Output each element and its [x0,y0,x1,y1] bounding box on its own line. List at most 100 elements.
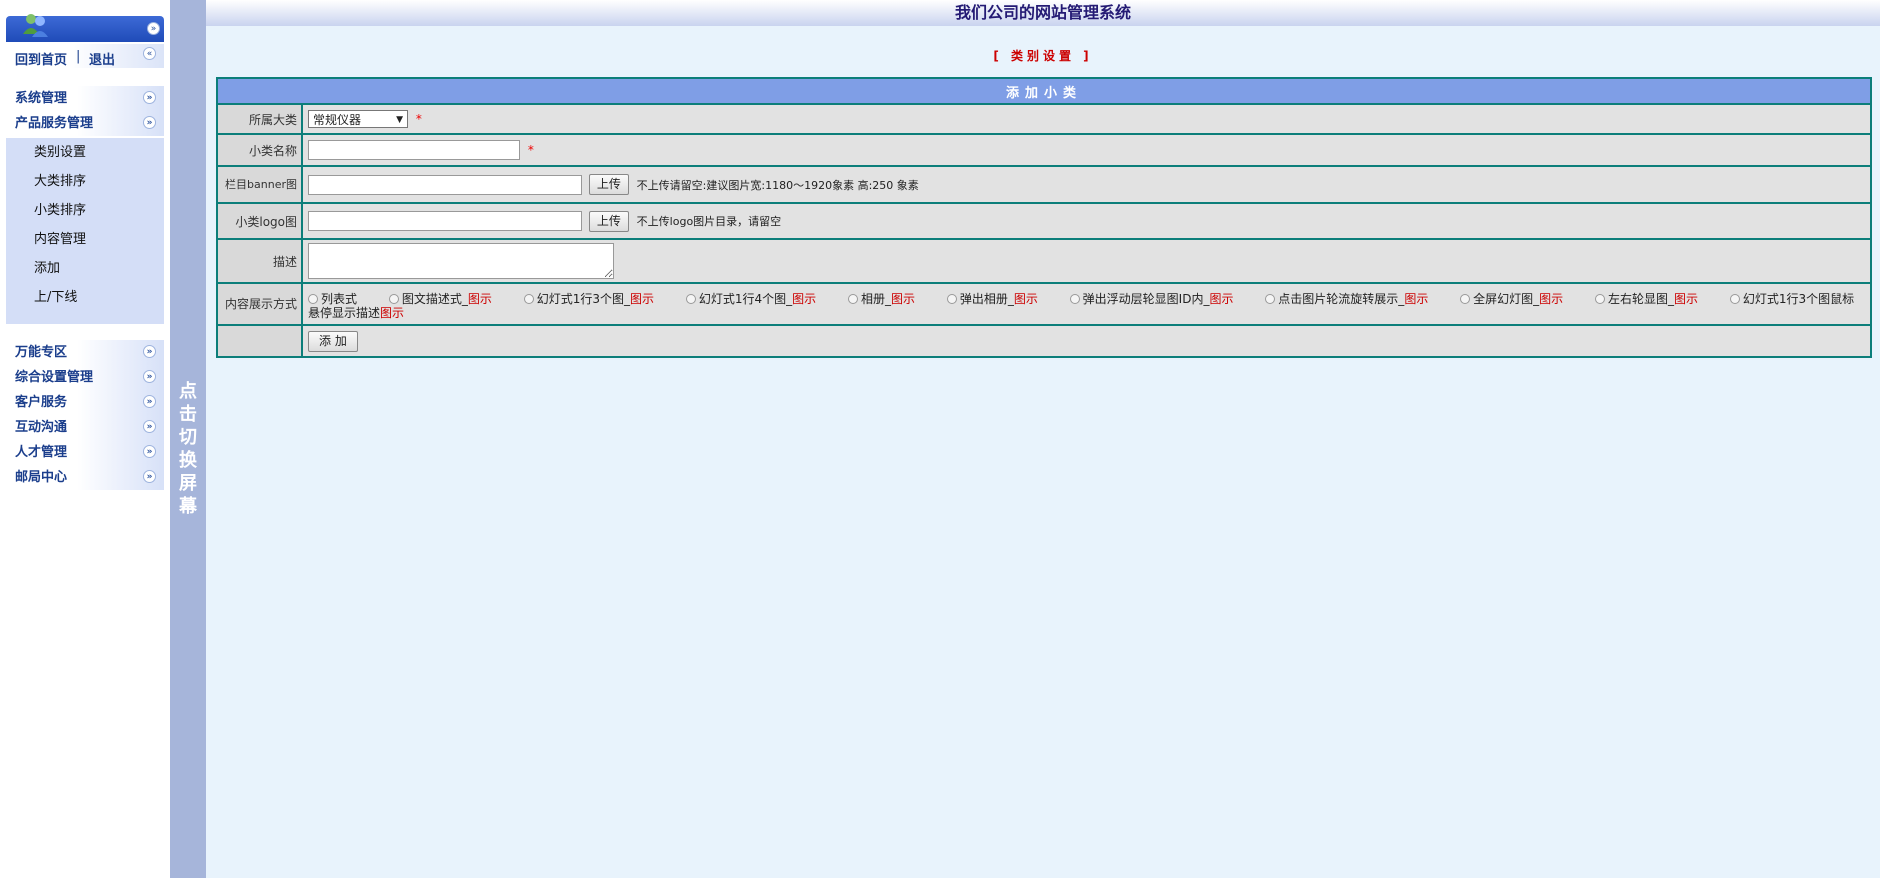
display-option[interactable]: 幻灯式1行4个图_图示 [685,291,816,306]
display-option[interactable]: 左右轮显图_图示 [1595,292,1698,306]
menu-label: 客户服务 [15,395,68,410]
display-option[interactable]: 全屏幻灯图_图示 [1460,292,1563,306]
form-header: 添加小类 [216,77,1872,105]
menu-item-settings[interactable]: 综合设置管理 » [6,365,164,390]
display-option[interactable]: 幻灯式1行3个图_图示 [523,292,654,306]
radio-button[interactable] [523,293,534,304]
description-textarea[interactable] [308,243,614,279]
submenu-item-category[interactable]: 类别设置 [6,138,164,167]
banner-label: 栏目banner图 [216,165,303,204]
radio-button[interactable] [1069,293,1080,304]
menu-label: 互动沟通 [15,420,68,435]
submenu-item-online[interactable]: 上/下线 [6,283,164,312]
preview-link[interactable]: 图示 [1539,292,1563,306]
chevron-down-icon[interactable]: » [143,345,156,358]
chevron-down-icon[interactable]: » [143,116,156,129]
subcategory-name-label: 小类名称 [216,133,303,167]
chevron-down-icon[interactable]: » [143,91,156,104]
option-text: 幻灯式1行4个图_ [698,291,793,306]
option-text: 点击图片轮流旋转展示_ [1278,291,1405,306]
display-option[interactable]: 图文描述式_图示 [388,291,492,306]
empty-label-cell [216,324,303,358]
preview-link[interactable]: 图示 [1674,292,1698,306]
menu-group-2: 万能专区 » 综合设置管理 » 客户服务 » 互动沟通 » 人才管理 » 邮局中心 » [6,340,164,490]
radio-button[interactable] [1265,293,1276,304]
display-option[interactable]: 点击图片轮流旋转展示_图示 [1265,292,1428,306]
sidebar-header: » [6,14,164,42]
option-text: 弹出相册_ [959,291,1014,306]
required-mark: * [415,112,422,126]
preview-link[interactable]: 图示 [468,292,492,306]
submenu-item-content[interactable]: 内容管理 [6,225,164,254]
submenu-item-add[interactable]: 添加 [6,254,164,283]
chevron-down-icon[interactable]: » [143,395,156,408]
preview-link[interactable]: 图示 [1209,292,1233,306]
subcategory-name-input[interactable] [308,140,520,160]
preview-link[interactable]: 图示 [1014,292,1038,306]
option-text: 相册_ [860,291,891,306]
preview-link[interactable]: 图示 [792,292,816,306]
menu-item-products[interactable]: 产品服务管理 » [6,111,164,136]
parent-category-value: 常规仪器 [313,113,362,127]
display-option[interactable]: 相册_图示 [847,291,915,306]
radio-button[interactable] [1460,293,1471,304]
add-button[interactable]: 添 加 [308,330,358,352]
preview-link[interactable]: 图示 [630,292,654,306]
logout-link[interactable]: 退出 [89,49,115,68]
banner-path-input[interactable] [308,174,582,195]
submenu-item-major-sort[interactable]: 大类排序 [6,167,164,196]
preview-link[interactable]: 图示 [1404,292,1428,306]
display-option[interactable]: 弹出浮动层轮显图ID内_图示 [1069,291,1233,306]
chevron-down-icon[interactable]: » [143,470,156,483]
radio-button[interactable] [388,293,399,304]
chevron-down-icon[interactable]: » [143,420,156,433]
banner-hint: 不上传请留空:建议图片宽:1180～1920象素 高:250 象素 [636,178,919,192]
parent-category-select[interactable]: 常规仪器 ▼ [308,110,408,128]
display-option[interactable]: 弹出相册_图示 [946,291,1038,306]
preview-link[interactable]: 图示 [891,292,915,306]
display-option[interactable]: 列表式 [308,292,357,306]
banner-upload-button[interactable]: 上传 [588,174,629,195]
display-mode-label: 内容展示方式 [216,282,303,326]
chevron-down-icon[interactable]: » [143,445,156,458]
menu-item-universal[interactable]: 万能专区 » [6,340,164,365]
menu-label: 人才管理 [15,445,68,460]
preview-link[interactable]: 图示 [380,306,404,320]
parent-category-label: 所属大类 [216,103,303,135]
option-text: 弹出浮动层轮显图ID内_ [1082,291,1210,306]
radio-button[interactable] [946,293,957,304]
option-text: 左右轮显图_ [1608,291,1675,306]
chevron-left-icon[interactable]: « [143,47,156,60]
home-link[interactable]: 回到首页 [15,49,67,68]
radio-button[interactable] [1729,293,1740,304]
menu-group-1: 系统管理 » 产品服务管理 » [6,86,164,136]
display-mode-options: 列表式 图文描述式_图示 幻灯式1行3个图_图示 幻灯式1行4个图_图示 相册_… [301,282,1872,326]
radio-button[interactable] [847,293,858,304]
title-bar: 我们公司的网站管理系统 [206,0,1880,26]
app-title: 我们公司的网站管理系统 [954,3,1131,22]
sidebar-links: 回到首页 | 退出 « [6,44,164,68]
collapse-all-icon[interactable]: » [147,22,160,35]
menu-label: 系统管理 [15,91,68,106]
menu-item-interact[interactable]: 互动沟通 » [6,415,164,440]
submenu-item-minor-sort[interactable]: 小类排序 [6,196,164,225]
logo-hint: 不上传logo图片目录，请留空 [636,215,782,228]
required-mark: * [527,143,534,157]
logo-path-input[interactable] [308,211,582,231]
option-text: 图文描述式_ [401,291,468,306]
screen-toggle-bar[interactable]: 点击切换屏幕 [170,0,206,878]
radio-button[interactable] [685,293,696,304]
radio-button[interactable] [308,293,318,304]
chevron-down-icon[interactable]: » [143,370,156,383]
sidebar: » 回到首页 | 退出 « 系统管理 » 产品服务管理 » 类别设置 大类排序 … [0,0,170,878]
description-label: 描述 [216,238,303,284]
add-subcategory-form: 添加小类 所属大类 常规仪器 ▼ * 小类名称 * 栏目banner图 上传 不… [216,77,1872,358]
link-separator: | [76,49,81,64]
menu-item-mail[interactable]: 邮局中心 » [6,465,164,490]
menu-item-customer[interactable]: 客户服务 » [6,390,164,415]
radio-button[interactable] [1595,293,1606,304]
menu-label: 万能专区 [15,345,68,360]
logo-upload-button[interactable]: 上传 [588,210,629,232]
menu-item-talent[interactable]: 人才管理 » [6,440,164,465]
menu-item-system[interactable]: 系统管理 » [6,86,164,111]
